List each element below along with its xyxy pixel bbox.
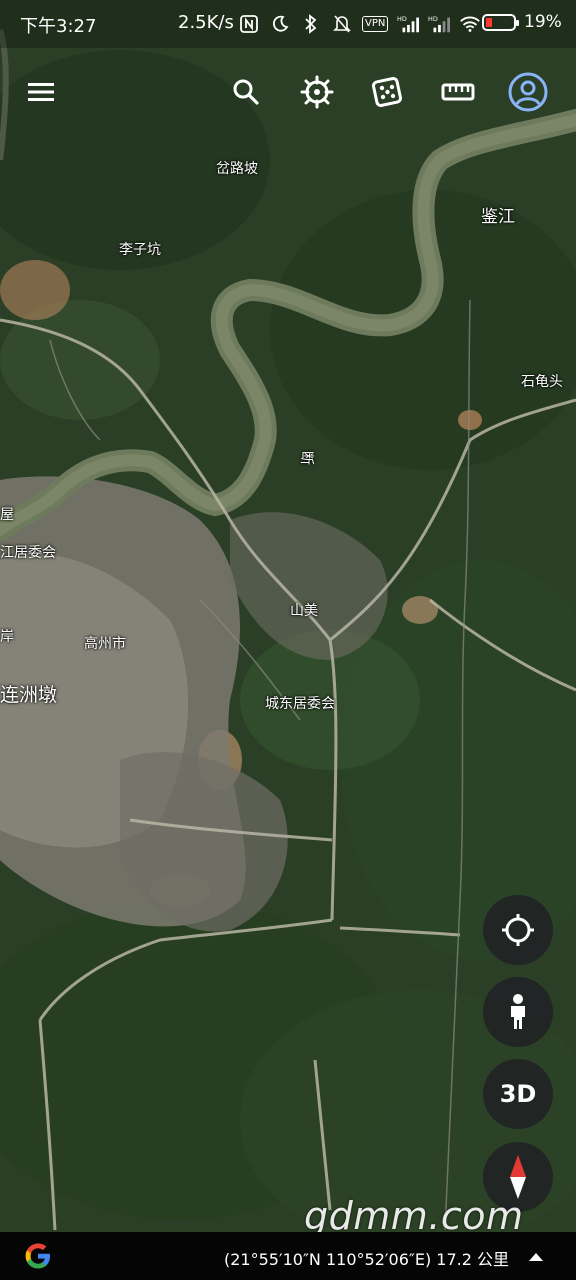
search-button[interactable] [224,70,268,114]
network-speed: 2.5K/s [178,12,234,33]
map-label[interactable]: 连洲墩 [0,680,57,707]
mute-bell-icon [331,13,353,35]
status-time: 下午3:27 [20,16,97,37]
map-label[interactable]: 岸 [0,626,14,646]
vpn-badge: VPN [362,16,389,32]
random-button[interactable] [365,70,409,114]
map-label[interactable]: 断 [297,451,317,465]
search-icon [233,79,259,105]
signal-icon-1: HD [397,13,420,35]
bluetooth-icon [300,13,322,35]
battery-percent: 19% [524,12,562,32]
voyager-icon [300,75,334,109]
bottom-bar: (21°55′10″N 110°52′06″E) 17.2 公里 [0,1232,576,1280]
signal-icon-2: HD [428,13,451,35]
map-label[interactable]: 城东居委会 [265,693,335,713]
nfc-icon [238,13,260,35]
moon-icon [269,13,291,35]
measure-button[interactable] [436,70,480,114]
map-label[interactable]: 高州市 [84,633,126,653]
map-label[interactable]: 岔路坡 [216,158,258,178]
pegman-icon [511,994,525,1029]
menu-button[interactable] [19,70,63,114]
expand-up-icon[interactable] [528,1248,544,1267]
coordinates-readout: (21°55′10″N 110°52′06″E) 17.2 公里 [224,1250,510,1269]
map-label[interactable]: 山美 [290,600,318,620]
map-label[interactable]: 江居委会 [0,542,56,562]
street-view-button[interactable] [483,977,553,1047]
map-label[interactable]: 石龟头 [521,371,563,391]
ruler-icon [441,83,475,101]
crosshair-icon [502,914,534,946]
svg-text:HD: HD [397,15,407,23]
status-icons: VPN HD HD [238,12,481,36]
map-label[interactable]: 鉴江 [481,202,515,227]
account-button[interactable] [506,70,550,114]
map-label[interactable]: 李子坑 [119,239,161,259]
my-location-button[interactable] [483,895,553,965]
google-logo-icon [22,1240,54,1276]
random-dice-icon [372,77,402,107]
3d-toggle-button[interactable]: 3D [483,1059,553,1129]
status-bar: 下午3:27 2.5K/s VPN HD HD 19% [0,0,576,48]
menu-icon [28,83,54,101]
voyager-button[interactable] [295,70,339,114]
account-icon [508,72,548,112]
wifi-icon [459,13,481,35]
map-label[interactable]: 屋 [0,504,14,524]
battery-icon [482,14,519,31]
svg-text:HD: HD [428,15,438,23]
